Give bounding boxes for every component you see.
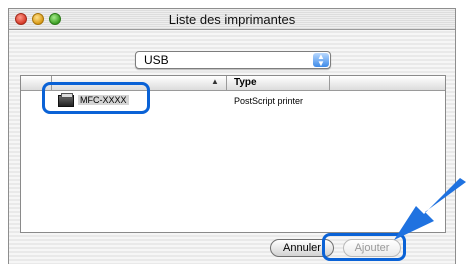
pointer-arrow-icon bbox=[394, 178, 466, 240]
window-title: Liste des imprimantes bbox=[168, 12, 296, 27]
printer-icon bbox=[58, 93, 74, 107]
column-separator bbox=[329, 76, 330, 90]
column-separator bbox=[226, 76, 227, 90]
printer-list[interactable]: ▲ Type MFC-XXXX PostScript printer bbox=[20, 75, 446, 233]
cancel-button[interactable]: Annuler bbox=[270, 239, 334, 257]
updown-arrows-icon: ▲ ▼ bbox=[313, 53, 329, 68]
list-header: ▲ Type bbox=[21, 76, 445, 91]
window-titlebar: Liste des imprimantes bbox=[9, 9, 455, 30]
pointer-arrow-shape bbox=[394, 178, 466, 240]
sort-ascending-icon[interactable]: ▲ bbox=[211, 77, 219, 86]
connection-type-select[interactable]: USB ▲ ▼ bbox=[135, 51, 331, 69]
connection-type-value: USB bbox=[144, 53, 169, 67]
column-header-type[interactable]: Type bbox=[234, 77, 257, 88]
printer-type: PostScript printer bbox=[234, 96, 304, 106]
printer-row[interactable]: MFC-XXXX PostScript printer bbox=[21, 92, 445, 108]
column-separator bbox=[51, 76, 52, 90]
printer-name: MFC-XXXX bbox=[78, 95, 129, 105]
